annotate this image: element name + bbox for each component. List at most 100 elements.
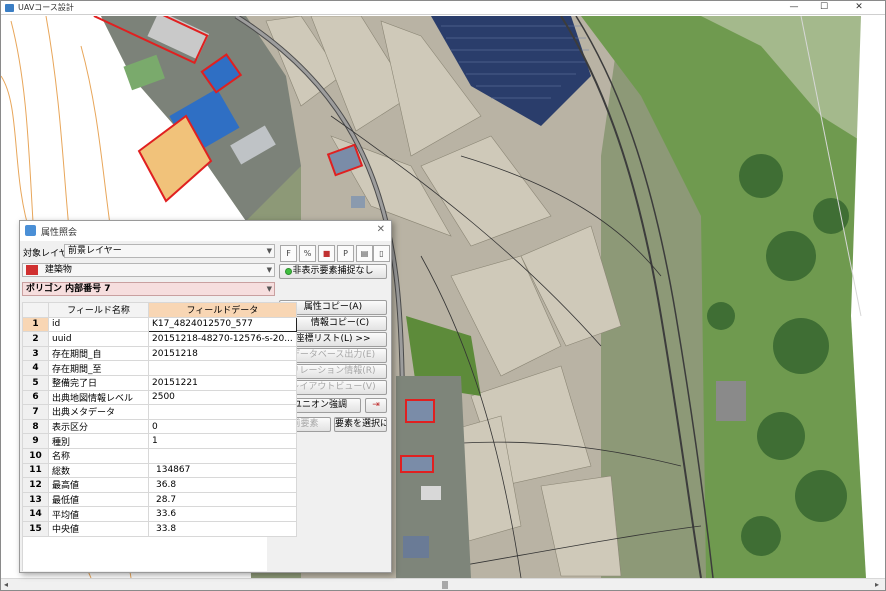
chevron-down-icon: ▼: [266, 247, 272, 255]
app-icon: [5, 4, 14, 12]
field-name-cell: 種別: [48, 433, 149, 449]
scrollbar-thumb[interactable]: [442, 581, 448, 589]
table-row[interactable]: 14 平均値 33.6: [22, 506, 297, 522]
row-number: 15: [22, 520, 49, 537]
info-copy-label: 情報コピー(C): [310, 318, 370, 328]
field-name-cell: uuid: [48, 331, 149, 347]
stop-icon[interactable]: ■: [318, 245, 335, 262]
parking-icon[interactable]: P: [337, 245, 354, 262]
minimize-button[interactable]: —: [781, 1, 807, 14]
table-row[interactable]: 15 中央値 33.8: [22, 520, 297, 537]
table-row[interactable]: 11 総数 134867: [22, 462, 297, 479]
horizontal-scrollbar[interactable]: ◂ ▸: [1, 578, 885, 590]
field-name-cell: 総数: [48, 462, 149, 479]
union-highlight-label: ユニオン強調: [292, 400, 347, 410]
dialog-title: 属性照会: [41, 228, 78, 238]
row-number-header: [22, 302, 49, 318]
row-number: 5: [22, 374, 49, 391]
polygon-select[interactable]: ポリゴン 内部番号 7 ▼: [22, 282, 275, 296]
image-icon[interactable]: ▤: [356, 245, 373, 262]
field-value-cell[interactable]: 20151218: [148, 345, 297, 362]
row-number: 13: [22, 491, 49, 508]
attribute-table: フィールド名称 フィールドデータ 1 id K17_4824012570_577 2 u…: [22, 302, 297, 537]
field-value-cell[interactable]: 134867: [148, 462, 297, 479]
category-select-value: 建築物: [44, 265, 72, 275]
status-dot-icon: [285, 268, 292, 275]
hidden-element-label: 非表示要素捕捉なし: [292, 266, 374, 276]
window-title: UAVコース設計: [18, 3, 74, 12]
table-row[interactable]: 13 最低値 28.7: [22, 491, 297, 508]
trash-icon[interactable]: ▯: [373, 245, 390, 262]
table-header-row: フィールド名称 フィールドデータ: [22, 302, 297, 318]
dialog-title-bar: 属性照会 ✕: [20, 221, 391, 241]
field-value-cell[interactable]: [148, 447, 297, 464]
field-value-cell[interactable]: 36.8: [148, 477, 297, 493]
table-row[interactable]: 4 存在期間_至: [22, 360, 297, 376]
row-number: 12: [22, 477, 49, 493]
chevron-down-icon: ▼: [266, 266, 272, 274]
field-value-cell[interactable]: 1: [148, 433, 297, 449]
field-data-header: フィールドデータ: [148, 302, 297, 318]
field-name-cell: 名称: [48, 447, 149, 464]
layer-select[interactable]: 前景レイヤー ▼: [64, 244, 275, 258]
field-name-cell: 平均値: [48, 506, 149, 522]
field-value-cell[interactable]: 20151218-48270-12576-s-20...: [148, 331, 297, 347]
field-name-cell: 出典メタデータ: [48, 404, 149, 420]
table-empty-area: [22, 537, 267, 571]
field-name-cell: 最低値: [48, 491, 149, 508]
row-number: 6: [22, 389, 49, 406]
row-number: 10: [22, 447, 49, 464]
field-value-cell[interactable]: 2500: [148, 389, 297, 406]
table-row[interactable]: 1 id K17_4824012570_577: [22, 316, 297, 333]
scroll-left-icon[interactable]: ◂: [4, 579, 8, 591]
field-name-cell: 表示区分: [48, 418, 149, 435]
field-value-cell[interactable]: [148, 404, 297, 420]
field-value-cell[interactable]: [148, 360, 297, 376]
category-select[interactable]: 建築物 ▼: [22, 263, 275, 277]
attribute-rows: 1 id K17_4824012570_577 2 uuid 20151218-48270…: [22, 316, 297, 537]
field-value-cell[interactable]: 33.6: [148, 506, 297, 522]
row-number: 11: [22, 462, 49, 479]
field-name-cell: id: [48, 316, 149, 333]
row-number: 14: [22, 506, 49, 522]
layer-select-value: 前景レイヤー: [68, 246, 122, 256]
field-name-cell: 出典地図情報レベル: [48, 389, 149, 406]
row-number: 8: [22, 418, 49, 435]
polygon-select-value: ポリゴン 内部番号 7: [26, 284, 111, 294]
field-name-header: フィールド名称: [48, 302, 149, 318]
field-value-cell[interactable]: 0: [148, 418, 297, 435]
pin-icon[interactable]: ⇥: [365, 398, 387, 413]
table-row[interactable]: 3 存在期間_自 20151218: [22, 345, 297, 362]
field-value-cell[interactable]: K17_4824012570_577: [148, 316, 297, 333]
row-number: 3: [22, 345, 49, 362]
table-row[interactable]: 12 最高値 36.8: [22, 477, 297, 493]
table-row[interactable]: 2 uuid 20151218-48270-12576-s-20...: [22, 331, 297, 347]
maximize-button[interactable]: ☐: [811, 1, 837, 14]
field-value-cell[interactable]: 20151221: [148, 374, 297, 391]
table-row[interactable]: 10 名称: [22, 447, 297, 464]
row-number: 7: [22, 404, 49, 420]
building-icon: [26, 264, 38, 275]
row-number: 4: [22, 360, 49, 376]
table-row[interactable]: 5 整備完了日 20151221: [22, 374, 297, 391]
table-row[interactable]: 9 種別 1: [22, 433, 297, 449]
layer-label: 対象レイヤ: [23, 249, 68, 259]
field-value-cell[interactable]: 28.7: [148, 491, 297, 508]
field-name-cell: 整備完了日: [48, 374, 149, 391]
percent-icon[interactable]: %: [299, 245, 316, 262]
select-element-button[interactable]: 要素を選択に: [334, 417, 387, 432]
close-button[interactable]: ✕: [846, 1, 872, 14]
field-value-cell[interactable]: 33.8: [148, 520, 297, 537]
field-name-cell: 存在期間_至: [48, 360, 149, 376]
dialog-close-icon[interactable]: ✕: [377, 224, 385, 235]
field-name-cell: 最高値: [48, 477, 149, 493]
row-number: 1: [22, 316, 49, 333]
table-row[interactable]: 7 出典メタデータ: [22, 404, 297, 420]
hidden-element-toggle[interactable]: 非表示要素捕捉なし: [279, 264, 387, 279]
table-row[interactable]: 6 出典地図情報レベル 2500: [22, 389, 297, 406]
scroll-right-icon[interactable]: ▸: [875, 579, 879, 591]
table-row[interactable]: 8 表示区分 0: [22, 418, 297, 435]
field-name-cell: 中央値: [48, 520, 149, 537]
chevron-down-icon: ▼: [266, 285, 272, 293]
field-icon[interactable]: F: [280, 245, 297, 262]
